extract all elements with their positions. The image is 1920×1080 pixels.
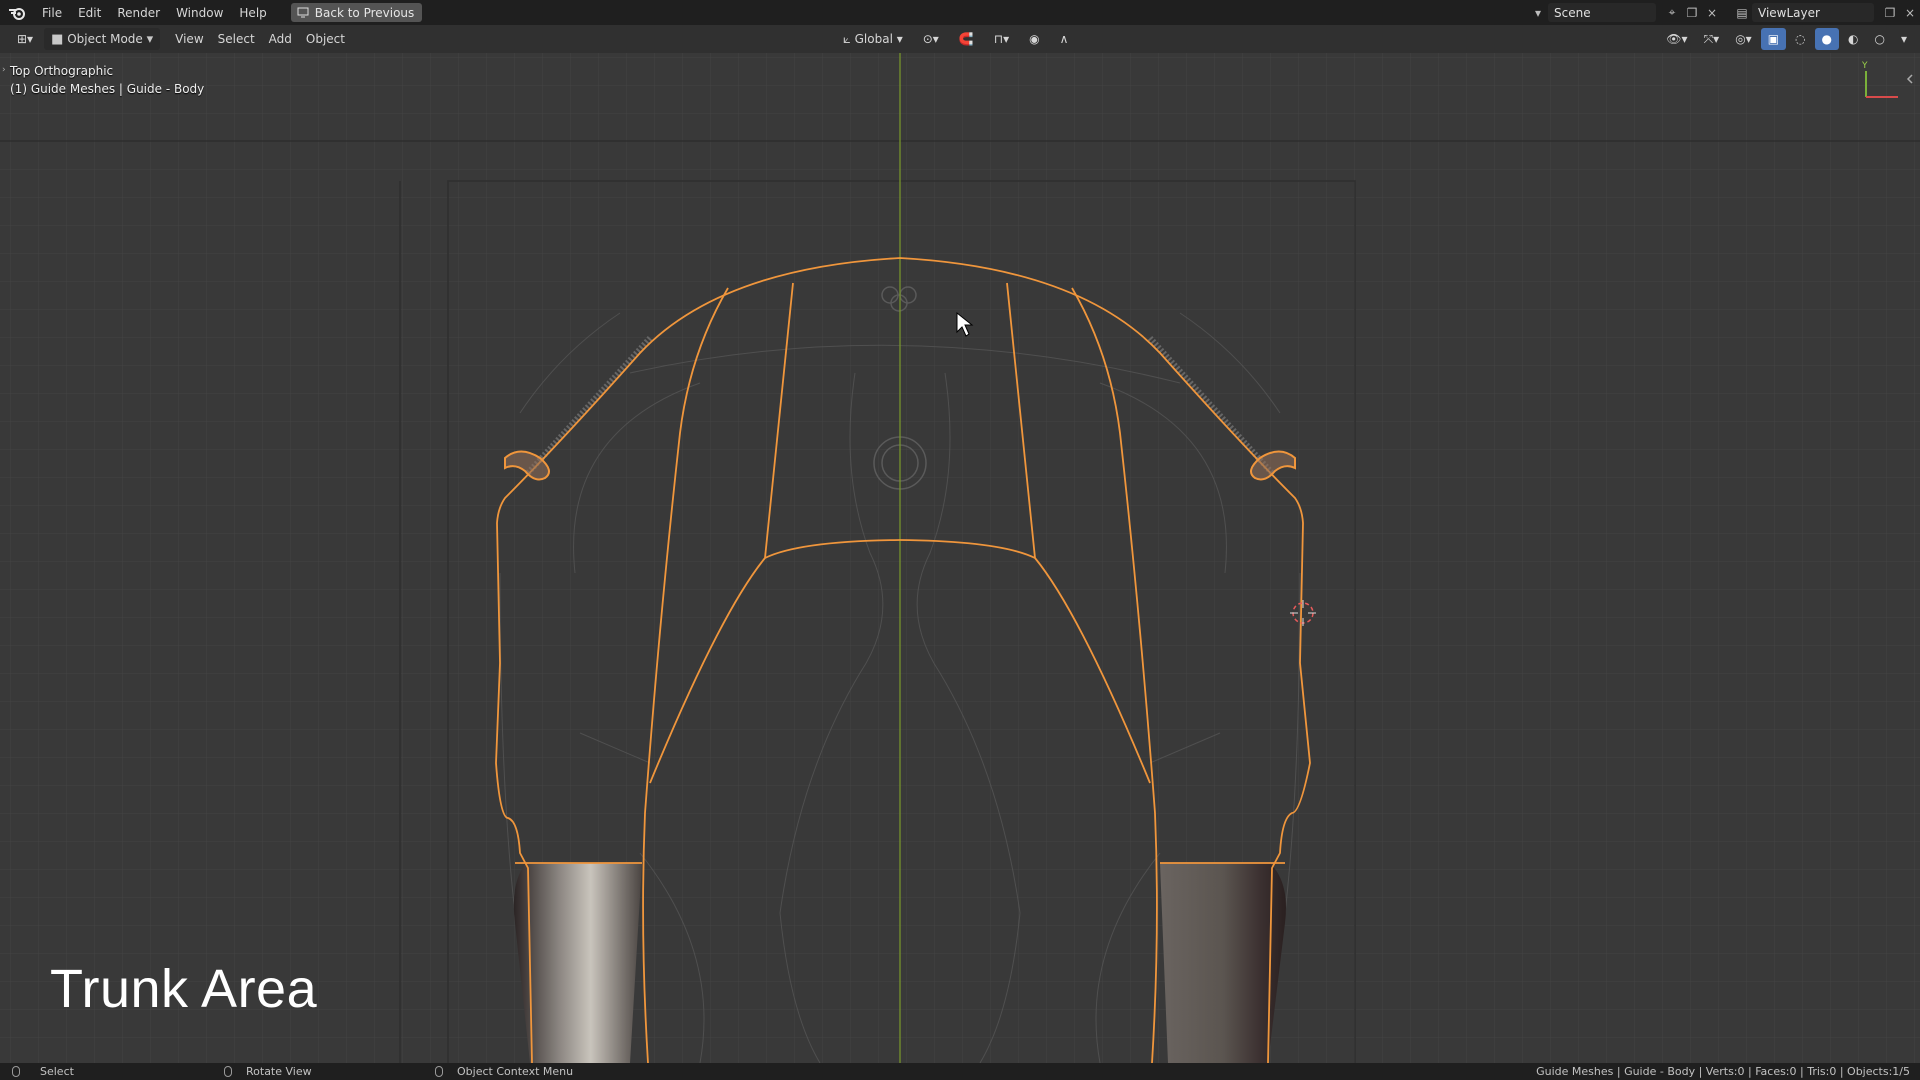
scene-statistics: Guide Meshes | Guide - Body | Verts:0 | …: [1536, 1065, 1910, 1078]
chevron-down-icon: ▾: [146, 31, 154, 47]
select-hint-label: Select: [40, 1065, 74, 1078]
toolbar-expand-icon[interactable]: ›: [2, 65, 6, 75]
status-context-hint: Object Context Menu: [435, 1063, 573, 1080]
menu-object[interactable]: Object: [299, 28, 352, 50]
viewport-info-overlay: Top Orthographic (1) Guide Meshes | Guid…: [10, 62, 204, 98]
view-layer-name-field[interactable]: ViewLayer: [1752, 3, 1874, 22]
gizmo-toggle-icon[interactable]: ⤧▾: [1697, 28, 1727, 50]
scene-name-field[interactable]: Scene: [1548, 3, 1656, 22]
close-scene-icon[interactable]: ×: [1702, 3, 1722, 22]
new-view-layer-icon[interactable]: ❐: [1880, 3, 1900, 22]
solid-shading-icon[interactable]: ●: [1814, 28, 1839, 50]
screen-icon: [297, 7, 309, 18]
menu-add[interactable]: Add: [262, 28, 299, 50]
collection-info-label: (1) Guide Meshes | Guide - Body: [10, 82, 205, 96]
transform-orientation-dropdown[interactable]: ⟀ Global ▾: [836, 28, 910, 50]
right-rear-tire: [1160, 863, 1286, 1063]
rotate-hint-label: Rotate View: [246, 1065, 312, 1078]
cube-icon: ■: [51, 31, 64, 47]
new-scene-icon[interactable]: ❐: [1682, 3, 1702, 22]
xray-toggle-icon[interactable]: ▣: [1760, 28, 1787, 50]
menu-render[interactable]: Render: [109, 0, 168, 25]
gizmo-y-axis-label: Y: [1861, 61, 1868, 71]
pivot-point-icon[interactable]: ⊙▾: [916, 28, 946, 50]
left-mouse-icon: [12, 1066, 20, 1077]
pin-icon[interactable]: ⌖: [1662, 3, 1682, 22]
scene-browse-icon[interactable]: ▾: [1528, 3, 1548, 22]
back-to-previous-button[interactable]: Back to Previous: [290, 3, 423, 22]
proportional-edit-icon[interactable]: ◉: [1022, 28, 1046, 50]
wireframe-shading-icon[interactable]: ◌: [1788, 28, 1812, 50]
rendered-shading-icon[interactable]: ○: [1867, 28, 1891, 50]
3d-viewport[interactable]: Y Top Orthographic (1) Guide Meshes | Gu…: [0, 53, 1920, 1063]
menu-file[interactable]: File: [34, 0, 70, 25]
viewport-header: ⊞▾ ■ Object Mode ▾ View Select Add Objec…: [0, 25, 1920, 53]
editor-type-icon[interactable]: ⊞▾: [10, 28, 40, 50]
left-rear-tire: [513, 863, 642, 1063]
orientation-label: Global: [854, 32, 893, 46]
visibility-eye-icon[interactable]: 👁▾: [1659, 28, 1694, 50]
material-shading-icon[interactable]: ◐: [1841, 28, 1865, 50]
grid-floor: [0, 53, 1920, 1063]
context-menu-hint-label: Object Context Menu: [457, 1065, 574, 1078]
status-rotate-hint: Rotate View: [224, 1063, 312, 1080]
orientation-axes-icon: ⟀: [843, 31, 851, 47]
section-title-overlay: Trunk Area: [50, 959, 318, 1019]
menu-window[interactable]: Window: [168, 0, 231, 25]
snap-icon[interactable]: 🧲: [952, 28, 981, 50]
back-to-previous-label: Back to Previous: [314, 5, 415, 20]
falloff-curve-icon[interactable]: ∧: [1053, 28, 1076, 50]
object-mode-label: Object Mode: [67, 32, 143, 46]
shading-options-icon[interactable]: ▾: [1894, 28, 1914, 50]
viewport-canvas: Y: [0, 53, 1920, 1063]
status-select-hint: Select: [12, 1063, 74, 1080]
overlays-toggle-icon[interactable]: ◎▾: [1728, 28, 1759, 50]
top-menu-bar: File Edit Render Window Help Back to Pre…: [0, 0, 1920, 25]
close-view-layer-icon[interactable]: ×: [1900, 3, 1920, 22]
menu-edit[interactable]: Edit: [70, 0, 109, 25]
menu-view[interactable]: View: [168, 28, 210, 50]
view-name-label: Top Orthographic: [10, 64, 114, 78]
menu-select[interactable]: Select: [211, 28, 262, 50]
blender-logo-icon[interactable]: [0, 0, 34, 25]
view-layer-browse-icon[interactable]: ▤: [1732, 3, 1752, 22]
middle-mouse-icon: [224, 1066, 232, 1077]
right-mouse-icon: [435, 1066, 443, 1077]
menu-help[interactable]: Help: [231, 0, 274, 25]
object-mode-dropdown[interactable]: ■ Object Mode ▾: [44, 28, 161, 50]
snap-target-icon[interactable]: ⊓▾: [987, 28, 1016, 50]
status-bar: Select Rotate View Object Context Menu G…: [0, 1063, 1920, 1080]
